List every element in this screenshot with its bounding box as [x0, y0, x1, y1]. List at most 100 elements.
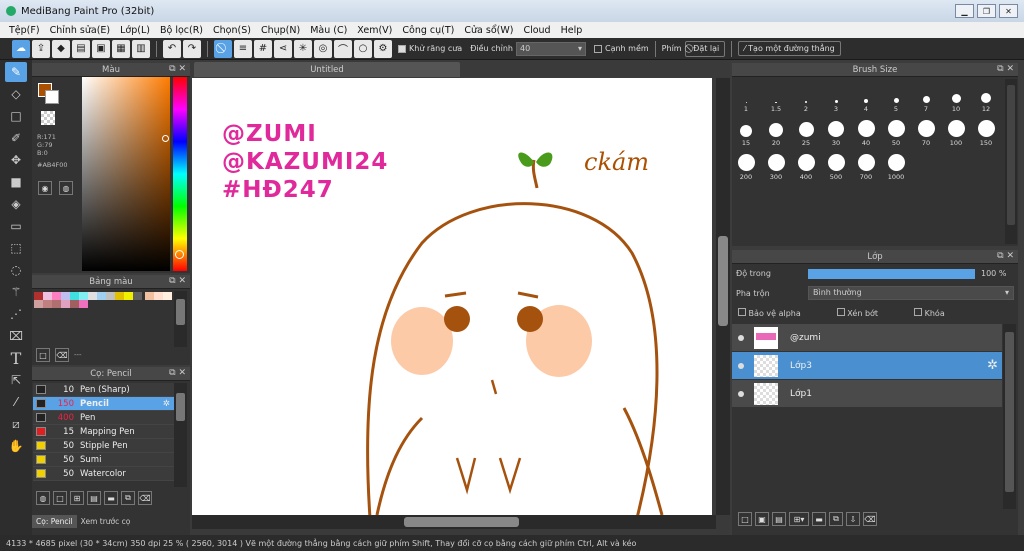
- canvas-horizontal-scrollbar[interactable]: [192, 515, 716, 529]
- gradient-tool-icon[interactable]: ▭: [5, 216, 27, 236]
- saturation-value-field[interactable]: [82, 77, 170, 271]
- add-brush-icon[interactable]: ⊞: [70, 491, 84, 505]
- maximize-button[interactable]: ❐: [977, 4, 996, 18]
- new-brush-icon[interactable]: □: [53, 491, 67, 505]
- duplicate-layer-icon[interactable]: ⧉: [829, 512, 843, 526]
- new-halftone-layer-icon[interactable]: ▣: [755, 512, 769, 526]
- menu-file[interactable]: Tệp(F): [4, 25, 45, 36]
- brush-size-option[interactable]: 25: [793, 117, 819, 147]
- brush-size-option[interactable]: 2: [793, 83, 819, 113]
- brush-size-option[interactable]: 30: [823, 117, 849, 147]
- protect-alpha-option[interactable]: Bảo vệ alpha: [738, 308, 801, 318]
- select-brush-icon[interactable]: ✐: [5, 128, 27, 148]
- menu-cloud[interactable]: Cloud: [518, 25, 555, 36]
- dot-tool-icon[interactable]: □: [5, 106, 27, 126]
- reset-button[interactable]: ⃠ Đặt lại: [684, 40, 726, 57]
- brush-item[interactable]: 15 Mapping Pen: [33, 425, 174, 439]
- brush-list-scrollbar[interactable]: [174, 383, 187, 487]
- menu-select[interactable]: Chọn(S): [208, 25, 256, 36]
- panel-close-icon[interactable]: ⧉ ✕: [997, 251, 1014, 261]
- lasso-tool-icon[interactable]: ◌: [5, 260, 27, 280]
- saturation-cursor[interactable]: [162, 135, 169, 142]
- circle-snap-icon[interactable]: ○: [354, 39, 372, 58]
- brush-page-icon[interactable]: ▤: [87, 491, 101, 505]
- layer-settings-icon[interactable]: ✲: [987, 358, 998, 373]
- layer-list-scrollbar[interactable]: [1003, 324, 1016, 509]
- brush-size-option[interactable]: 3: [823, 83, 849, 113]
- menu-window[interactable]: Cửa sổ(W): [459, 25, 518, 36]
- undo-icon[interactable]: ↶: [163, 39, 181, 58]
- text-tool-icon[interactable]: T: [5, 348, 27, 368]
- opacity-slider[interactable]: [808, 269, 975, 279]
- antialias-option[interactable]: Khử răng cưa: [398, 44, 462, 53]
- delete-palette-icon[interactable]: ⌫: [55, 348, 69, 362]
- brush-item[interactable]: 150 Pencil ✲: [33, 397, 174, 411]
- menu-layer[interactable]: Lớp(L): [115, 25, 155, 36]
- brush-item[interactable]: 50 Watercolor: [33, 467, 174, 481]
- brush-size-option[interactable]: 15: [733, 117, 759, 147]
- redo-icon[interactable]: ↷: [183, 39, 201, 58]
- panel-close-icon[interactable]: ⧉ ✕: [169, 368, 186, 378]
- delete-brush-icon[interactable]: ⌫: [138, 491, 152, 505]
- brush-size-option[interactable]: 150: [973, 117, 999, 147]
- grid-icon[interactable]: ▥: [132, 39, 150, 58]
- brush-item[interactable]: 50 Stipple Pen: [33, 439, 174, 453]
- brush-size-option[interactable]: 1.5: [763, 83, 789, 113]
- menu-filter[interactable]: Bộ lọc(R): [155, 25, 208, 36]
- eyedropper-tool-icon[interactable]: ⁄: [5, 392, 27, 412]
- chat-icon[interactable]: ▤: [72, 39, 90, 58]
- panel-close-icon[interactable]: ⧉ ✕: [997, 64, 1014, 74]
- brush-settings-icon[interactable]: ✲: [163, 399, 170, 409]
- magic-wand-icon[interactable]: ⚚: [5, 282, 27, 302]
- select-eraser-icon[interactable]: ⌧: [5, 326, 27, 346]
- move-tool-icon[interactable]: ✥: [5, 150, 27, 170]
- straight-line-button[interactable]: ⁄ Tạo một đường thẳng: [738, 41, 841, 56]
- brush-item[interactable]: 50 Sumi: [33, 453, 174, 467]
- pages-icon[interactable]: ▦: [112, 39, 130, 58]
- brush-size-option[interactable]: 7: [913, 83, 939, 113]
- upload-icon[interactable]: ⇪: [32, 39, 50, 58]
- panel-close-icon[interactable]: ⧉ ✕: [169, 276, 186, 286]
- bucket-tool-icon[interactable]: ◈: [5, 194, 27, 214]
- clip-option[interactable]: Xén bớt: [836, 308, 878, 318]
- brush-size-option[interactable]: 40: [853, 117, 879, 147]
- background-color-swatch[interactable]: [45, 90, 59, 104]
- menu-tools[interactable]: Công cụ(T): [397, 25, 459, 36]
- brush-size-option[interactable]: 4: [853, 83, 879, 113]
- layer-folder-icon[interactable]: ▬: [812, 512, 826, 526]
- eraser-tool-icon[interactable]: ◇: [5, 84, 27, 104]
- menu-snap[interactable]: Chụp(N): [256, 25, 305, 36]
- divide-tool-icon[interactable]: ⧄: [5, 414, 27, 434]
- brush-color-icon[interactable]: ◍: [36, 491, 50, 505]
- document-tab[interactable]: Untitled: [194, 62, 460, 77]
- duplicate-brush-icon[interactable]: ⧉: [121, 491, 135, 505]
- smooth-edge-option[interactable]: Cạnh mềm: [593, 44, 649, 53]
- perspective-snap-icon[interactable]: ⋖: [274, 39, 292, 58]
- new-layer-icon[interactable]: □: [738, 512, 752, 526]
- brush-size-option[interactable]: 50: [883, 117, 909, 147]
- curve-snap-icon[interactable]: ⌒: [334, 39, 352, 58]
- visibility-icon[interactable]: [738, 362, 744, 369]
- layer-row[interactable]: Lớp1: [732, 380, 1002, 408]
- menu-color[interactable]: Màu (C): [305, 25, 352, 36]
- merge-layer-icon[interactable]: ⇩: [846, 512, 860, 526]
- parallel-snap-icon[interactable]: ≡: [234, 39, 252, 58]
- layer-row[interactable]: @zumi: [732, 324, 1002, 352]
- menu-edit[interactable]: Chỉnh sửa(E): [45, 25, 116, 36]
- palette-swatches[interactable]: [34, 292, 172, 308]
- adjust-combo[interactable]: 40 ▾: [515, 41, 586, 56]
- comment-icon[interactable]: ◆: [52, 39, 70, 58]
- brush-size-option[interactable]: 10: [943, 83, 969, 113]
- brush-item[interactable]: 400 Pen: [33, 411, 174, 425]
- brush-size-option[interactable]: 100: [943, 117, 969, 147]
- new-8bit-layer-icon[interactable]: ▤: [772, 512, 786, 526]
- brush-tool-icon[interactable]: ✎: [5, 62, 27, 82]
- color-history-icon[interactable]: ◍: [59, 181, 73, 195]
- brush-size-option[interactable]: 1: [733, 83, 759, 113]
- brush-size-option[interactable]: 400: [793, 151, 819, 181]
- blend-mode-select[interactable]: Bình thường ▾: [808, 286, 1014, 300]
- operation-tool-icon[interactable]: ⇱: [5, 370, 27, 390]
- antialias-checkbox[interactable]: [398, 44, 406, 53]
- cloud-icon[interactable]: ☁: [12, 39, 30, 58]
- no-snap-icon[interactable]: ⃠: [214, 39, 232, 58]
